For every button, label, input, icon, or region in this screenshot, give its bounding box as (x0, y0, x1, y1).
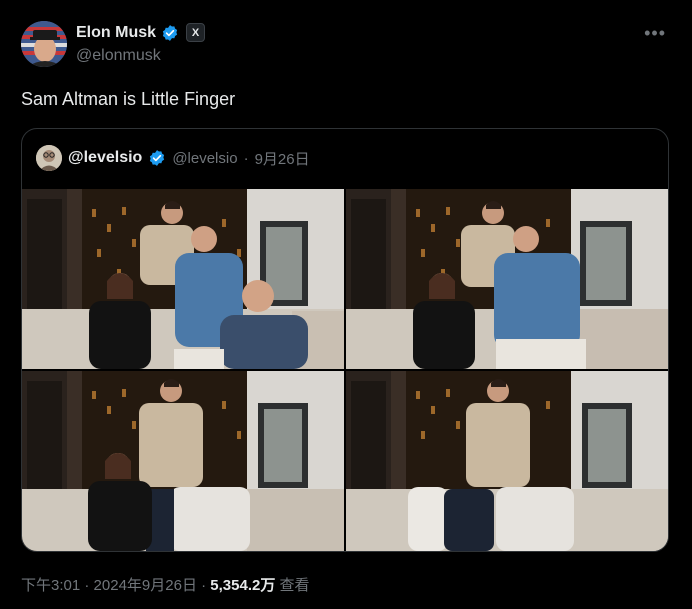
quoted-author-handle: @levelsio (172, 149, 238, 167)
author-avatar[interactable] (21, 21, 67, 67)
author-handle[interactable]: @elonmusk (76, 47, 161, 65)
views-label: 查看 (279, 577, 310, 594)
post: Elon Musk X @elonmusk ••• Sam Altman is … (0, 0, 692, 609)
author-name-row: Elon Musk X (76, 23, 206, 42)
author-name[interactable]: Elon Musk (76, 24, 156, 42)
affiliate-x-badge-icon: X (186, 23, 206, 42)
quoted-author-name: @levelsio (68, 149, 143, 166)
post-time[interactable]: 下午3:01 (21, 577, 80, 594)
post-text: Sam Altman is Little Finger (21, 89, 236, 109)
verified-badge-icon (161, 24, 179, 42)
quoted-author-avatar (36, 145, 62, 171)
quoted-verified-badge-icon (148, 149, 166, 167)
quoted-post-header: @levelsio @levelsio · 9月26日 (36, 145, 310, 171)
post-date[interactable]: 2024年9月26日 (94, 577, 197, 594)
media-photo-3[interactable] (22, 371, 344, 551)
views-count: 5,354.2万 (210, 577, 276, 594)
more-options-icon[interactable]: ••• (644, 24, 666, 42)
quoted-separator: · (243, 149, 249, 167)
media-photo-1[interactable] (22, 189, 344, 369)
quoted-date: 9月26日 (254, 150, 310, 168)
meta-separator-2: · (201, 577, 207, 594)
media-grid (22, 189, 668, 551)
quoted-post[interactable]: @levelsio @levelsio · 9月26日 (21, 128, 669, 552)
media-photo-2[interactable] (346, 189, 668, 369)
media-photo-4[interactable] (346, 371, 668, 551)
post-meta: 下午3:01 · 2024年9月26日 · 5,354.2万 查看 (21, 574, 310, 595)
meta-separator: · (84, 577, 90, 594)
